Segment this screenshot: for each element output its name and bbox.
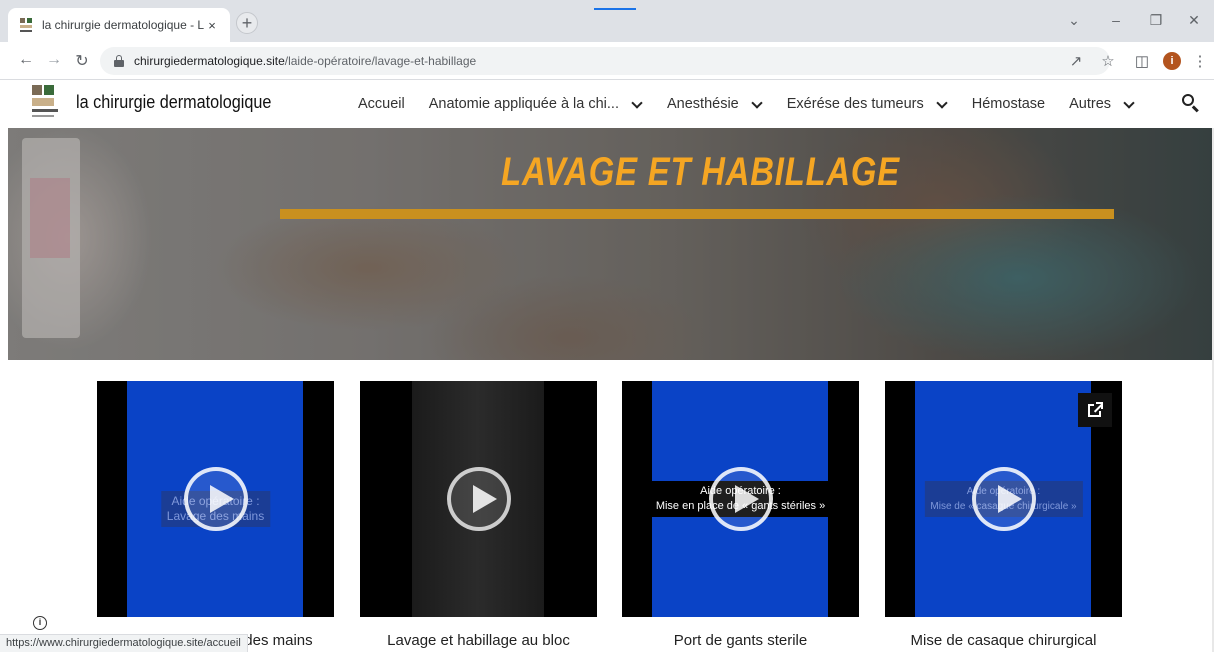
tab-close-icon[interactable]: ×: [204, 18, 220, 33]
share-icon[interactable]: ↗: [1066, 52, 1086, 70]
video-title[interactable]: Mise de casaque chirurgical: [885, 632, 1122, 649]
info-icon[interactable]: i: [33, 616, 47, 630]
profile-avatar[interactable]: i: [1163, 52, 1181, 70]
nav-item-anesthesie[interactable]: Anesthésie: [667, 96, 763, 112]
address-bar[interactable]: chirurgiedermatologique.site/laide-opéra…: [100, 47, 1110, 75]
back-arrow-icon[interactable]: ←: [16, 51, 36, 69]
nav-label: Anesthésie: [667, 96, 739, 112]
nav-item-hemostase[interactable]: Hémostase: [972, 96, 1045, 112]
video-player-1[interactable]: Aide opératoire : Lavage des mains: [97, 381, 334, 617]
nav-label: Exérése des tumeurs: [786, 96, 924, 112]
site-logo[interactable]: [30, 84, 62, 124]
nav-label: Hémostase: [971, 96, 1046, 112]
tab-title: la chirurgie dermatologique - La: [42, 18, 204, 32]
url-domain: chirurgiedermatologique.site: [134, 54, 285, 68]
main-navigation: Accueil Anatomie appliquée à la chi... A…: [358, 80, 1159, 128]
title-underline: [280, 209, 1114, 219]
site-favicon-icon: [18, 17, 34, 33]
nav-label: Accueil: [358, 96, 405, 112]
star-icon[interactable]: ☆: [1098, 52, 1118, 70]
open-external-icon[interactable]: [1078, 393, 1112, 427]
chevron-down-icon[interactable]: [631, 98, 643, 110]
hero-banner: LAVAGE ET HABILLAGE: [8, 128, 1212, 360]
nav-item-accueil[interactable]: Accueil: [358, 96, 405, 112]
tab-search-icon[interactable]: ⌄: [1064, 12, 1084, 29]
status-bar-url: https://www.chirurgiedermatologique.site…: [0, 634, 248, 652]
chevron-down-icon[interactable]: [1123, 98, 1135, 110]
nav-label: Anatomie appliquée à la chi...: [428, 96, 619, 112]
tab-strip-accent: [594, 8, 636, 10]
url-path: /laide-opératoire/lavage-et-habillage: [284, 54, 477, 68]
play-icon[interactable]: [446, 467, 511, 531]
nav-label: Autres: [1069, 96, 1112, 112]
site-header: la chirurgie dermatologique Accueil Anat…: [0, 80, 1214, 128]
play-icon[interactable]: [708, 467, 773, 531]
minimize-icon[interactable]: –: [1106, 12, 1126, 28]
side-panel-icon[interactable]: ◫: [1132, 52, 1152, 70]
site-brand[interactable]: la chirurgie dermatologique: [76, 92, 271, 113]
video-player-2[interactable]: [360, 381, 597, 617]
chevron-down-icon[interactable]: [751, 98, 763, 110]
lock-icon: [114, 55, 124, 67]
nav-item-exerese[interactable]: Exérése des tumeurs: [787, 96, 948, 112]
nav-item-autres[interactable]: Autres: [1069, 96, 1135, 112]
video-title[interactable]: Lavage et habillage au bloc: [360, 632, 597, 649]
video-player-4[interactable]: Aide opératoire : Mise de « casaque chir…: [885, 381, 1122, 617]
nav-item-anatomie[interactable]: Anatomie appliquée à la chi...: [429, 96, 643, 112]
page-title: LAVAGE ET HABILLAGE: [501, 150, 900, 194]
video-player-3[interactable]: Aide opératoire : Mise en place de « gan…: [622, 381, 859, 617]
search-icon[interactable]: [1182, 94, 1200, 113]
video-title[interactable]: Port de gants sterile: [622, 632, 859, 649]
forward-arrow-icon[interactable]: →: [44, 51, 64, 69]
reload-icon[interactable]: ↻: [72, 51, 92, 71]
browser-toolbar: ← → ↻ chirurgiedermatologique.site/laide…: [0, 42, 1214, 80]
new-tab-button[interactable]: +: [236, 12, 258, 34]
close-window-icon[interactable]: ✕: [1184, 12, 1204, 29]
play-icon[interactable]: [183, 467, 248, 531]
play-icon[interactable]: [971, 467, 1036, 531]
kebab-menu-icon[interactable]: ⋮: [1190, 52, 1210, 70]
browser-tab-strip: la chirurgie dermatologique - La × + ⌄ –…: [0, 0, 1214, 42]
restore-icon[interactable]: ❐: [1146, 12, 1166, 29]
browser-tab[interactable]: la chirurgie dermatologique - La ×: [8, 8, 230, 42]
chevron-down-icon[interactable]: [936, 98, 948, 110]
